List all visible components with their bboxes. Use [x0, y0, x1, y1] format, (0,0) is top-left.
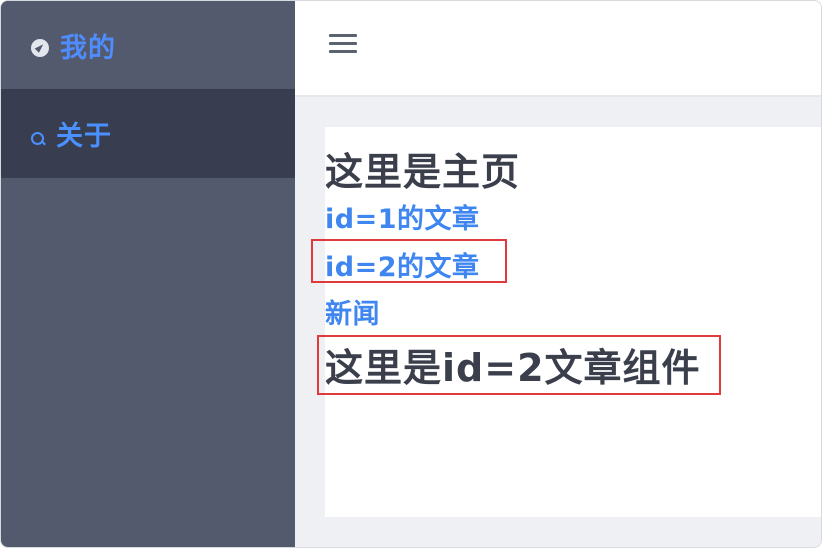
sidebar-item-mine[interactable]: 我的	[1, 1, 295, 89]
news-link[interactable]: 新闻	[325, 292, 380, 331]
sidebar-item-label: 关于	[56, 121, 112, 152]
app-window: 我的 关于 这里是主页 id=1的文章 id=2的文章 新闻 这里是id=2文章…	[0, 0, 822, 548]
main-content: 这里是主页 id=1的文章 id=2的文章 新闻 这里是id=2文章组件	[295, 97, 821, 547]
compass-icon	[31, 39, 49, 57]
search-icon	[31, 132, 44, 145]
page-title: 这里是主页	[325, 150, 521, 194]
sidebar-item-label: 我的	[60, 32, 116, 64]
article-component-text: 这里是id=2文章组件	[325, 346, 701, 390]
top-header	[295, 1, 821, 97]
article-2-link[interactable]: id=2的文章	[325, 245, 480, 284]
hamburger-icon[interactable]	[329, 34, 357, 54]
sidebar: 我的 关于	[1, 1, 295, 547]
content-card: 这里是主页 id=1的文章 id=2的文章 新闻 这里是id=2文章组件	[325, 127, 821, 517]
sidebar-item-about[interactable]: 关于	[1, 89, 295, 178]
article-1-link[interactable]: id=1的文章	[325, 197, 480, 236]
